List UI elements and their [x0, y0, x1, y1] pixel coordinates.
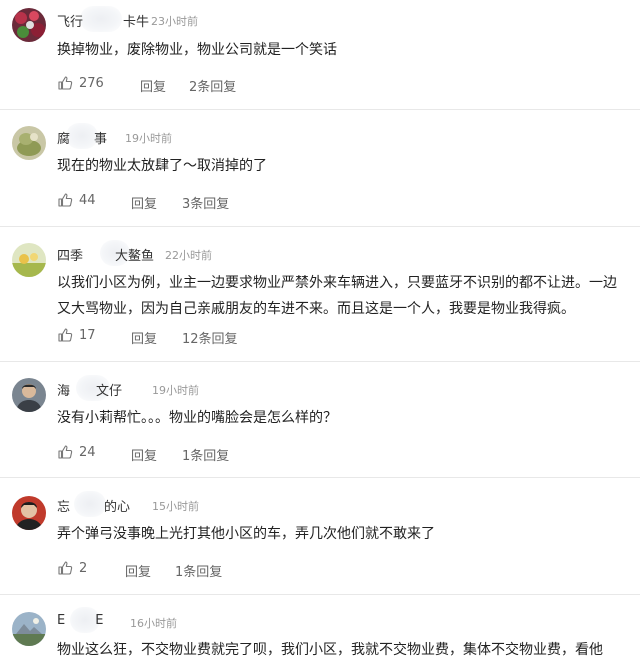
username[interactable]: EE: [57, 613, 103, 628]
username[interactable]: 四季 大鳌鱼: [57, 245, 154, 264]
username-head: 腐: [57, 132, 71, 147]
reply-button[interactable]: 回复: [125, 561, 151, 580]
username-head: 海: [57, 384, 71, 399]
username-tail: E: [95, 613, 104, 628]
avatar[interactable]: [12, 243, 46, 277]
comment-time: 19小时前: [125, 132, 172, 145]
avatar-plant-icon: [12, 126, 46, 160]
like-count: 24: [79, 444, 96, 460]
thumbs-up-icon: [58, 445, 73, 459]
reply-button[interactable]: 回复: [131, 193, 157, 212]
comment-text: 没有小莉帮忙。。。物业的嘴脸会是怎么样的？: [57, 410, 337, 426]
view-replies-button[interactable]: 12条回复: [182, 328, 238, 347]
username-head: 飞行: [57, 15, 84, 30]
comment-text: 以我们小区为例，业主一边要求物业严禁外来车辆进入，只要蓝牙不识别的都不让进。一边…: [57, 275, 617, 317]
like-count: 44: [79, 192, 96, 208]
comment-list: 飞行 卡牛 23小时前 换掉物业，废除物业，物业公司就是一个笑话 276 回复 2…: [0, 0, 640, 662]
avatar-person-icon: [12, 378, 46, 412]
comment-time: 19小时前: [152, 384, 199, 397]
comment-time: 16小时前: [130, 617, 177, 630]
reply-button[interactable]: 回复: [131, 328, 157, 347]
username-tail: 事: [94, 132, 108, 147]
comment-item: 忘的心 15小时前 弄个弹弓没事晚上光打其他小区的车，弄几次他们就不敢来了 2 …: [0, 478, 640, 595]
comment-item: 飞行 卡牛 23小时前 换掉物业，废除物业，物业公司就是一个笑话 276 回复 2…: [0, 0, 640, 110]
username[interactable]: 腐事: [57, 128, 107, 147]
view-replies-button[interactable]: 1条回复: [175, 561, 222, 580]
comment-time: 22小时前: [165, 249, 212, 262]
thumbs-up-icon: [58, 561, 73, 575]
avatar[interactable]: [12, 612, 46, 646]
thumbs-up-icon: [58, 328, 73, 342]
comment-time: 15小时前: [152, 500, 199, 513]
username[interactable]: 飞行 卡牛: [57, 11, 149, 30]
avatar-portrait-icon: [12, 496, 46, 530]
username-tail: 卡牛: [123, 15, 150, 30]
comment-text: 物业这么狂，不交物业费就完了呗，我们小区，我就不交物业费，集体不交物业费，看他: [57, 642, 603, 658]
avatar-landscape-icon: [12, 612, 46, 646]
username[interactable]: 海 文仔: [57, 380, 122, 399]
username-head: 四季: [57, 249, 84, 264]
avatar[interactable]: [12, 8, 46, 42]
avatar[interactable]: [12, 378, 46, 412]
username-tail: 文仔: [96, 384, 123, 399]
username-head: E: [57, 613, 66, 628]
thumbs-up-icon: [58, 76, 73, 90]
like-button[interactable]: 276: [57, 75, 104, 91]
like-button[interactable]: 44: [57, 192, 96, 208]
comment-item: 腐事 19小时前 现在的物业太放肆了～取消掉的了 44 回复 3条回复: [0, 110, 640, 227]
comment-item: EE 16小时前 物业这么狂，不交物业费就完了呗，我们小区，我就不交物业费，集体…: [0, 595, 640, 662]
username[interactable]: 忘 的心: [57, 496, 130, 515]
comment-time: 23小时前: [151, 15, 198, 28]
comment-text: 换掉物业，废除物业，物业公司就是一个笑话: [57, 42, 337, 58]
avatar-field-icon: [12, 243, 46, 277]
reply-button[interactable]: 回复: [131, 445, 157, 464]
reply-button[interactable]: 回复: [140, 76, 166, 95]
username-tail: 的心: [104, 500, 131, 515]
avatar[interactable]: [12, 126, 46, 160]
comment-item: 四季 大鳌鱼 22小时前 以我们小区为例，业主一边要求物业严禁外来车辆进入，只要蓝…: [0, 227, 640, 362]
like-button[interactable]: 17: [57, 327, 96, 343]
view-replies-button[interactable]: 3条回复: [182, 193, 229, 212]
comment-item: 海 文仔 19小时前 没有小莉帮忙。。。物业的嘴脸会是怎么样的？ 24 回复 1条…: [0, 362, 640, 478]
username-tail: 大鳌鱼: [115, 249, 155, 264]
comment-text: 现在的物业太放肆了～取消掉的了: [57, 158, 267, 174]
avatar-berries-icon: [12, 8, 46, 42]
like-button[interactable]: 24: [57, 444, 96, 460]
view-replies-button[interactable]: 2条回复: [189, 76, 236, 95]
thumbs-up-icon: [58, 193, 73, 207]
avatar[interactable]: [12, 496, 46, 530]
username-head: 忘: [57, 500, 71, 515]
like-count: 17: [79, 327, 96, 343]
like-button[interactable]: 2: [57, 560, 87, 576]
comment-text: 弄个弹弓没事晚上光打其他小区的车，弄几次他们就不敢来了: [57, 526, 435, 542]
like-count: 276: [79, 75, 104, 91]
like-count: 2: [79, 560, 88, 576]
view-replies-button[interactable]: 1条回复: [182, 445, 229, 464]
